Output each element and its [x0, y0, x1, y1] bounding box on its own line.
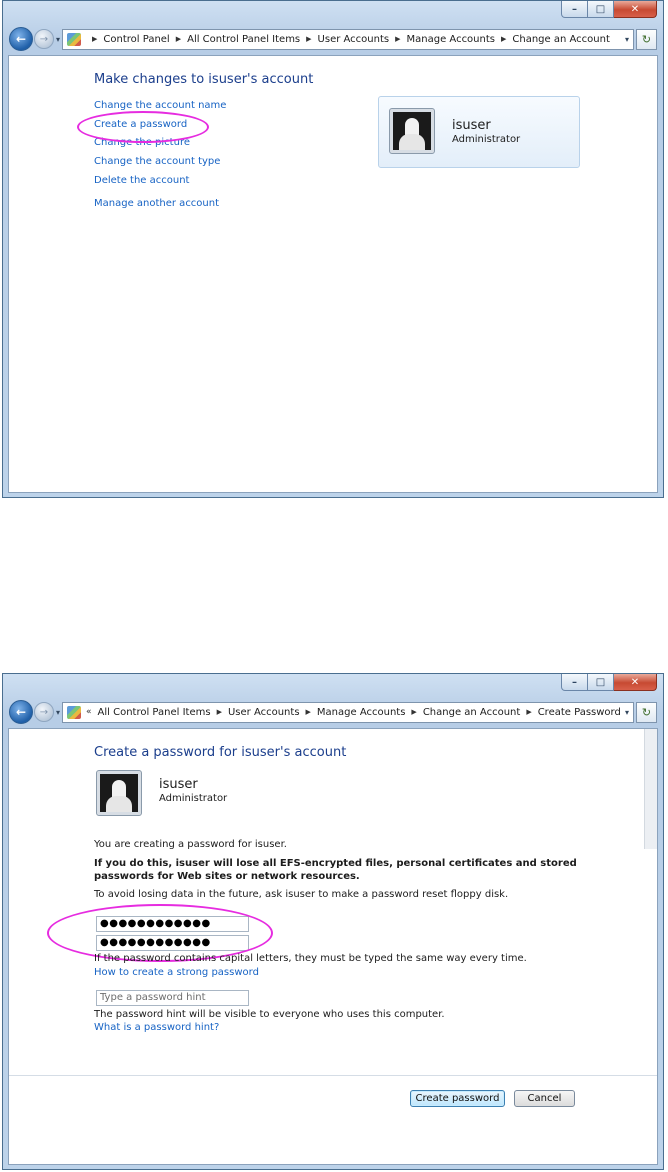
address-dropdown-icon[interactable]: ▾ — [621, 708, 629, 717]
change-name-link[interactable]: Change the account name — [94, 100, 226, 111]
user-name: isuser — [159, 777, 198, 792]
address-bar[interactable]: « All Control Panel Items ▶ User Account… — [62, 701, 634, 723]
recent-pages-dropdown-icon[interactable]: ▾ — [56, 35, 60, 44]
password-hint-help-link[interactable]: What is a password hint? — [94, 1022, 219, 1033]
back-arrow-icon[interactable]: ← — [9, 700, 33, 724]
breadcrumb-item[interactable]: Change an Account — [512, 34, 610, 45]
breadcrumb-separator-icon[interactable]: ▶ — [526, 708, 531, 716]
page-title: Create a password for isuser's account — [94, 745, 347, 760]
breadcrumb-item[interactable]: Change an Account — [423, 707, 521, 718]
scrollbar[interactable] — [644, 729, 657, 849]
strong-password-link[interactable]: How to create a strong password — [94, 967, 259, 978]
delete-account-link[interactable]: Delete the account — [94, 175, 189, 186]
breadcrumb-item[interactable]: User Accounts — [318, 34, 390, 45]
create-password-button[interactable]: Create password — [410, 1090, 505, 1107]
user-picture — [100, 774, 138, 812]
create-password-link[interactable]: Create a password — [94, 119, 187, 130]
breadcrumb-separator-icon[interactable]: ▶ — [411, 708, 416, 716]
confirm-password-field[interactable]: ●●●●●●●●●●●● — [96, 935, 249, 951]
password-hint-field[interactable]: Type a password hint — [96, 990, 249, 1006]
forward-arrow-icon[interactable]: → — [34, 29, 54, 49]
breadcrumb-item[interactable]: Manage Accounts — [407, 34, 496, 45]
manage-another-account-link[interactable]: Manage another account — [94, 198, 219, 209]
user-picture — [393, 112, 431, 150]
navigation-bar: ← → ▾ ▶ Control Panel ▶ All Control Pane… — [9, 27, 657, 51]
change-account-type-link[interactable]: Change the account type — [94, 156, 220, 167]
close-button[interactable]: ✕ — [614, 674, 657, 691]
user-role: Administrator — [452, 134, 521, 145]
back-arrow-icon[interactable]: ← — [9, 27, 33, 51]
window-change-account: – □ ✕ ← → ▾ ▶ Control Panel ▶ All Contro… — [2, 0, 664, 498]
avatar — [96, 770, 142, 816]
breadcrumb-separator-icon[interactable]: ▶ — [501, 35, 506, 43]
breadcrumb-separator-icon[interactable]: ▶ — [306, 708, 311, 716]
recent-pages-dropdown-icon[interactable]: ▾ — [56, 708, 60, 717]
maximize-button[interactable]: □ — [588, 1, 614, 18]
navigation-bar: ← → ▾ « All Control Panel Items ▶ User A… — [9, 700, 657, 724]
forward-arrow-icon[interactable]: → — [34, 702, 54, 722]
breadcrumb-item[interactable]: User Accounts — [228, 707, 300, 718]
breadcrumb-separator-icon[interactable]: ▶ — [395, 35, 400, 43]
breadcrumb-separator-icon[interactable]: ▶ — [306, 35, 311, 43]
breadcrumb-separator-icon[interactable]: ▶ — [176, 35, 181, 43]
breadcrumb-separator-icon[interactable]: ▶ — [217, 708, 222, 716]
hint-visibility-note: The password hint will be visible to eve… — [94, 1009, 445, 1020]
address-dropdown-icon[interactable]: ▾ — [621, 35, 629, 44]
close-button[interactable]: ✕ — [614, 1, 657, 18]
new-password-field[interactable]: ●●●●●●●●●●●● — [96, 916, 249, 932]
avatar — [389, 108, 435, 154]
breadcrumb-item[interactable]: Create Password — [538, 707, 621, 718]
breadcrumb-separator-icon[interactable]: ▶ — [92, 35, 97, 43]
maximize-button[interactable]: □ — [588, 674, 614, 691]
cancel-button[interactable]: Cancel — [514, 1090, 575, 1107]
window-controls: – □ ✕ — [561, 674, 657, 693]
content-pane: Create a password for isuser's account i… — [8, 728, 658, 1165]
window-controls: – □ ✕ — [561, 1, 657, 20]
minimize-button[interactable]: – — [561, 674, 588, 691]
address-bar[interactable]: ▶ Control Panel ▶ All Control Panel Item… — [62, 28, 634, 50]
user-card: isuser Administrator — [378, 96, 580, 168]
refresh-icon[interactable]: ↻ — [636, 28, 657, 50]
change-picture-link[interactable]: Change the picture — [94, 137, 190, 148]
refresh-icon[interactable]: ↻ — [636, 701, 657, 723]
intro-text: You are creating a password for isuser. — [94, 839, 287, 850]
content-pane: Make changes to isuser's account Change … — [8, 55, 658, 493]
user-name: isuser — [452, 118, 491, 133]
control-panel-icon — [67, 705, 82, 719]
control-panel-icon — [67, 32, 82, 46]
breadcrumb-item[interactable]: All Control Panel Items — [98, 707, 211, 718]
user-role: Administrator — [159, 793, 228, 804]
breadcrumb-item[interactable]: All Control Panel Items — [187, 34, 300, 45]
reset-disk-note: To avoid losing data in the future, ask … — [94, 889, 509, 900]
breadcrumb-item[interactable]: Control Panel — [103, 34, 169, 45]
overflow-chevron-icon[interactable]: « — [86, 707, 92, 717]
page-title: Make changes to isuser's account — [94, 72, 314, 87]
divider — [9, 1075, 657, 1076]
caps-note: If the password contains capital letters… — [94, 953, 527, 964]
warning-text: If you do this, isuser will lose all EFS… — [94, 858, 577, 882]
minimize-button[interactable]: – — [561, 1, 588, 18]
breadcrumb-item[interactable]: Manage Accounts — [317, 707, 406, 718]
window-create-password: – □ ✕ ← → ▾ « All Control Panel Items ▶ … — [2, 673, 664, 1170]
